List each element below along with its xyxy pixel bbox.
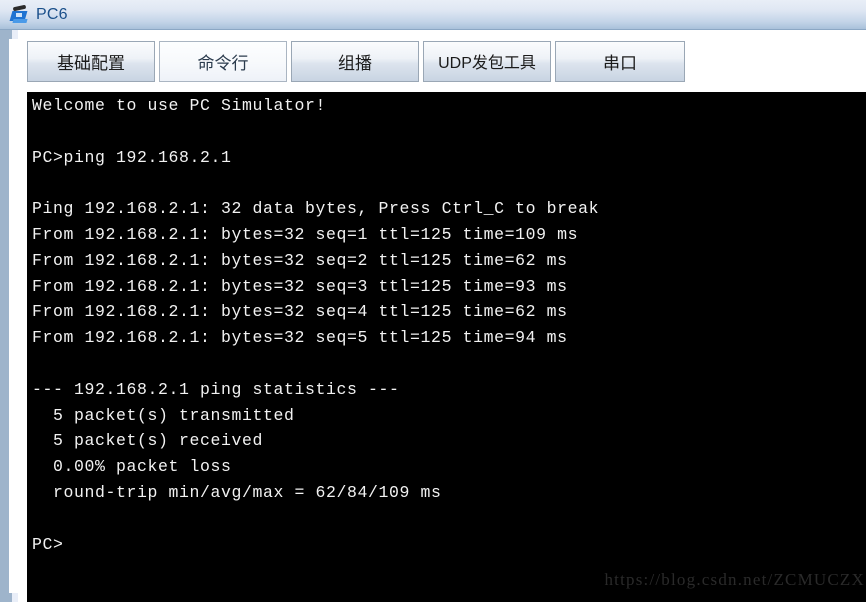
terminal-output-text: Welcome to use PC Simulator! PC>ping 192… [32,96,600,554]
tab-serial-port[interactable]: 串口 [555,40,685,82]
tab-udp-tool[interactable]: UDP发包工具 [423,40,551,82]
window-title: PC6 [36,5,68,23]
tab-basic-config-label: 基础配置 [57,53,125,73]
icon-foot-part [12,18,28,23]
tab-bar: 基础配置 命令行 组播 UDP发包工具 串口 [18,30,866,92]
tab-command-line[interactable]: 命令行 [159,40,287,82]
tab-udp-tool-label: UDP发包工具 [438,55,536,72]
watermark-text: https://blog.csdn.net/ZCMUCZX [604,570,865,589]
icon-notch-part [16,12,22,17]
terminal-console[interactable]: Welcome to use PC Simulator! PC>ping 192… [27,92,866,602]
pc-device-icon [9,4,31,26]
tab-multicast[interactable]: 组播 [291,40,419,82]
title-bar: PC6 [0,0,866,30]
window-frame: 基础配置 命令行 组播 UDP发包工具 串口 Welcome to use PC… [0,30,866,602]
tab-command-line-label: 命令行 [197,53,249,73]
window-content: 基础配置 命令行 组播 UDP发包工具 串口 Welcome to use PC… [18,30,866,602]
icon-cable-part [12,4,27,11]
tab-basic-config[interactable]: 基础配置 [27,40,155,82]
tab-serial-port-label: 串口 [603,53,637,73]
tab-multicast-label: 组播 [338,53,372,73]
pc-simulator-window: PC6 基础配置 命令行 组播 UDP发包工具 串口 Welcome to us… [0,0,866,602]
